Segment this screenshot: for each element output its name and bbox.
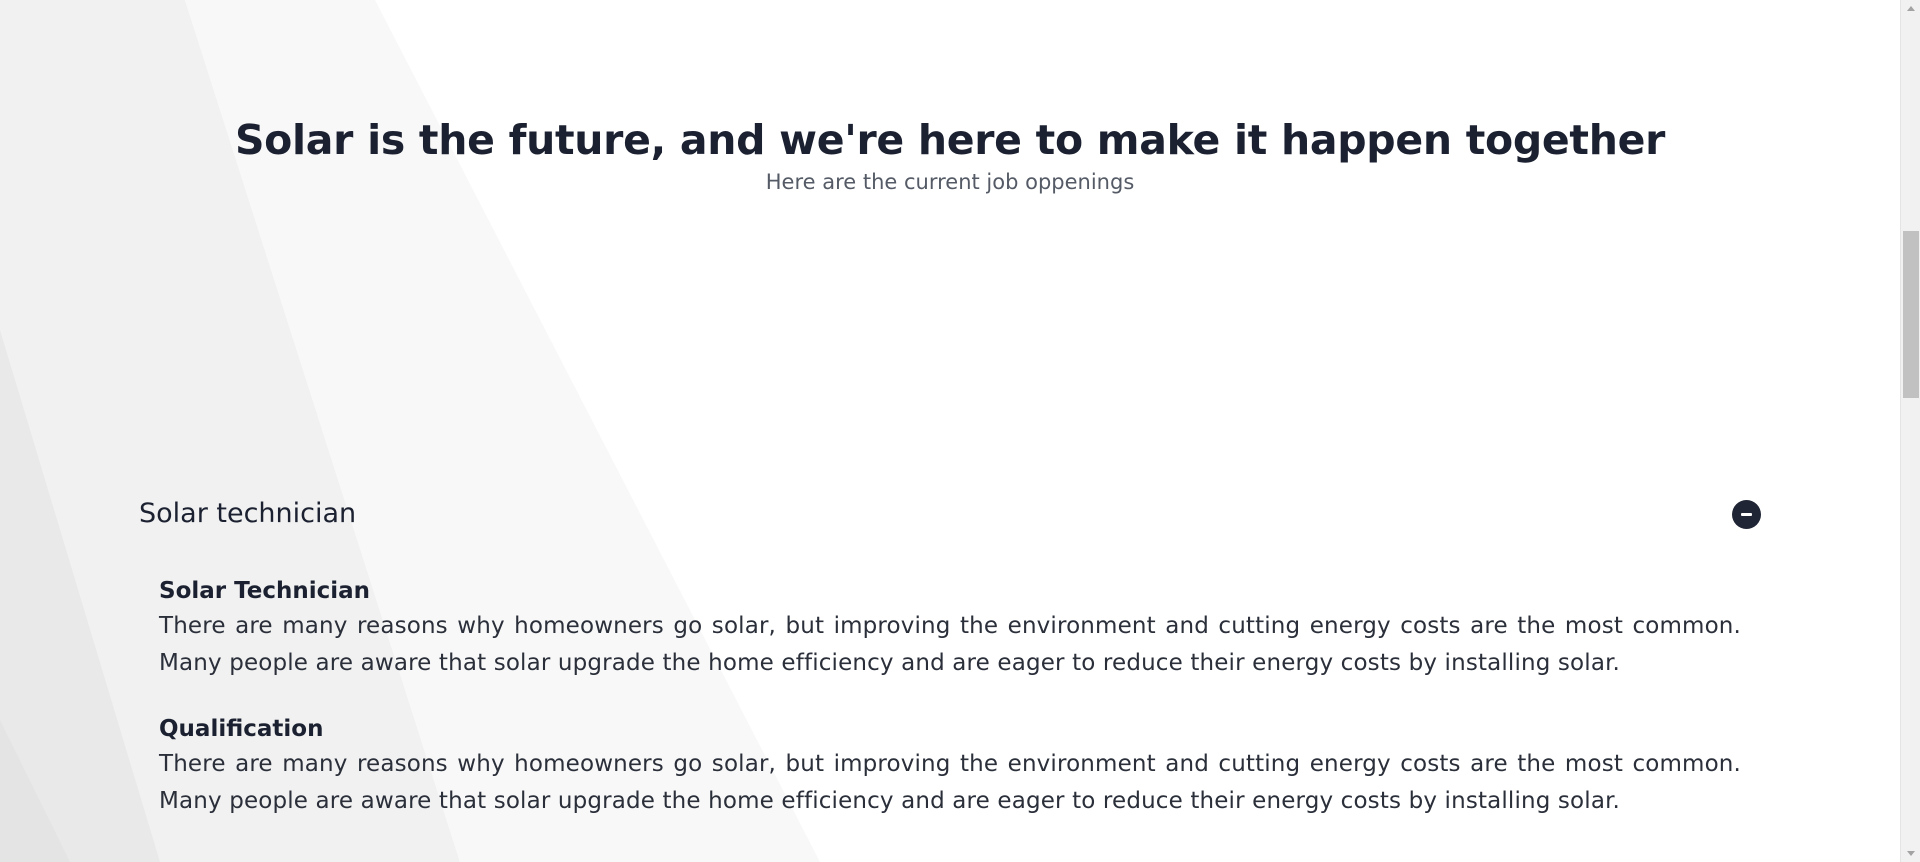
minus-circle-icon[interactable] xyxy=(1732,500,1761,529)
job-title: Solar technician xyxy=(139,498,357,529)
job-accordion: Solar technician Solar Technician There … xyxy=(139,494,1761,820)
job-description-section: Solar Technician There are many reasons … xyxy=(159,574,1741,682)
job-accordion-header[interactable]: Solar technician xyxy=(139,494,1761,534)
page-subtitle: Here are the current job oppenings xyxy=(765,170,1135,194)
scrollbar-thumb[interactable] xyxy=(1903,231,1919,398)
page: Solar is the future, and we're here to m… xyxy=(0,0,1900,862)
section-heading: Qualification xyxy=(159,716,324,742)
section-heading: Solar Technician xyxy=(159,578,371,604)
job-details: Solar Technician There are many reasons … xyxy=(139,574,1761,820)
section-text: There are many reasons why homeowners go… xyxy=(159,751,1741,814)
section-text: There are many reasons why homeowners go… xyxy=(159,613,1741,676)
qualification-section: Qualification There are many reasons why… xyxy=(159,712,1741,820)
scroll-down-arrow-icon[interactable] xyxy=(1907,851,1915,856)
careers-hero: Solar is the future, and we're here to m… xyxy=(0,114,1900,196)
vertical-scrollbar[interactable] xyxy=(1900,0,1920,862)
scroll-up-arrow-icon[interactable] xyxy=(1907,6,1915,11)
page-title: Solar is the future, and we're here to m… xyxy=(234,116,1666,164)
